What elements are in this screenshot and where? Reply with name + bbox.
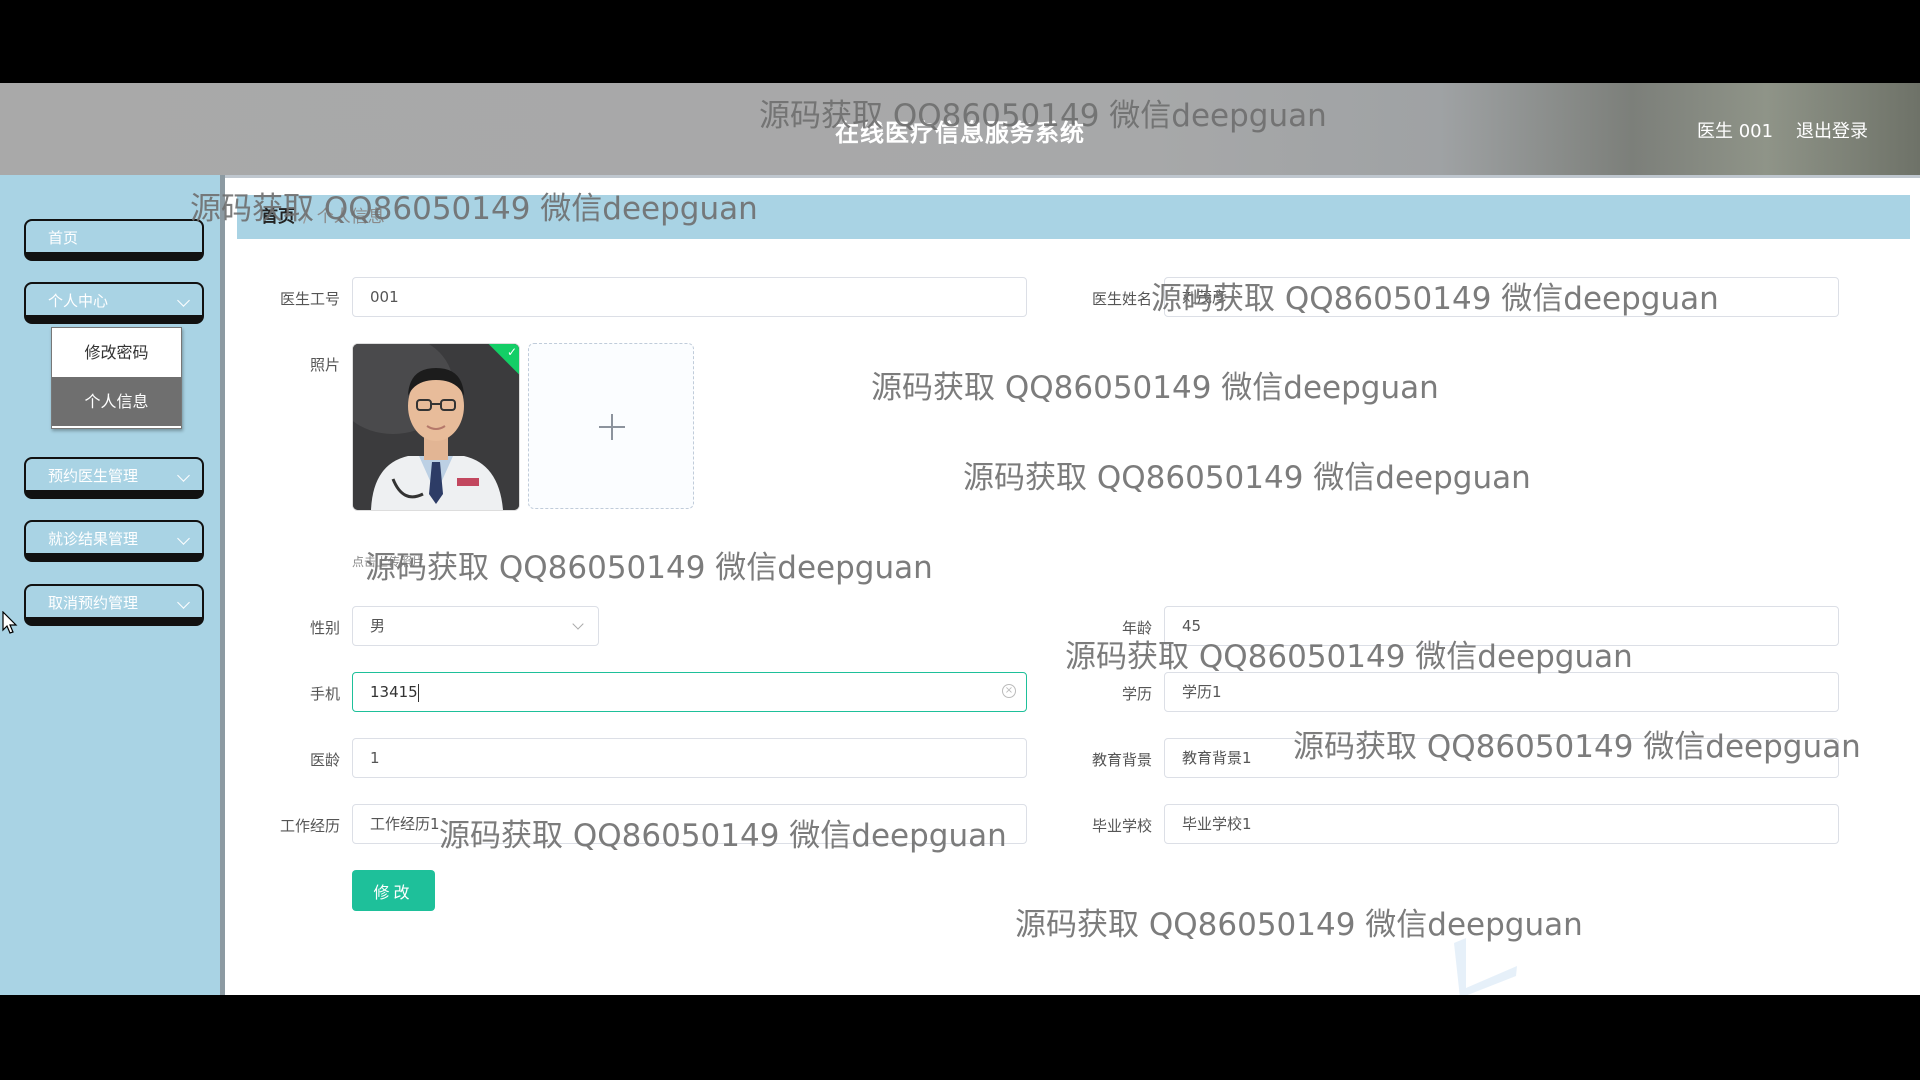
photo-upload-button[interactable] (528, 343, 694, 509)
breadcrumb-separator: / (303, 207, 309, 227)
watermark: 源码获取 QQ86050149 微信deepguan (365, 550, 933, 586)
submit-button[interactable]: 修改 (352, 870, 435, 911)
doctor-name-label: 医生姓名 (1091, 290, 1152, 308)
sidebar-item-label: 取消预约管理 (48, 594, 139, 612)
work-history-label: 工作经历 (279, 817, 340, 835)
submenu-item-change-password[interactable]: 修改密码 (52, 328, 181, 377)
ghost-logo-icon (1454, 938, 1517, 995)
years-input[interactable]: 1 (352, 738, 1027, 778)
age-input[interactable]: 45 (1164, 606, 1839, 646)
sidebar-item-cancel-management[interactable]: 取消预约管理 (24, 584, 204, 626)
app-title: 在线医疗信息服务系统 (835, 119, 1085, 147)
top-header: 在线医疗信息服务系统 医生 001 退出登录 (0, 83, 1920, 178)
current-user: 医生 001 (1697, 121, 1774, 142)
watermark: 源码获取 QQ86050149 微信deepguan (963, 460, 1531, 496)
chevron-down-icon (177, 596, 190, 609)
chevron-down-icon (572, 618, 584, 630)
edu-background-input[interactable]: 教育背景1 (1164, 738, 1839, 778)
sidebar-item-label: 就诊结果管理 (48, 530, 139, 548)
doctor-id-input[interactable]: 001 (352, 277, 1027, 317)
app-window: 在线医疗信息服务系统 医生 001 退出登录 首页 个人中心 修改密码 个人信息… (0, 83, 1920, 995)
school-label: 毕业学校 (1091, 817, 1152, 835)
edu-background-label: 教育背景 (1091, 751, 1152, 769)
logout-link[interactable]: 退出登录 (1796, 117, 1868, 143)
age-label: 年龄 (1121, 619, 1152, 637)
clear-icon[interactable]: × (1002, 684, 1016, 698)
submenu-item-personal-info[interactable]: 个人信息 (52, 377, 181, 426)
phone-label: 手机 (309, 685, 340, 703)
sidebar-item-label: 首页 (48, 229, 79, 247)
breadcrumb: 首页 / 个人信息 (237, 195, 1910, 239)
photo-label: 照片 (309, 356, 340, 374)
education-label: 学历 (1121, 685, 1152, 703)
years-label: 医龄 (309, 751, 340, 769)
doctor-id-label: 医生工号 (279, 290, 340, 308)
breadcrumb-current: 个人信息 (316, 207, 385, 227)
text-caret (417, 683, 419, 702)
school-input[interactable]: 毕业学校1 (1164, 804, 1839, 844)
work-history-input[interactable]: 工作经历1 (352, 804, 1027, 844)
mouse-cursor-icon (2, 611, 18, 634)
breadcrumb-home[interactable]: 首页 (261, 207, 295, 227)
phone-value: 13415 (370, 683, 418, 701)
gender-label: 性别 (309, 619, 340, 637)
doctor-portrait-image (353, 344, 519, 510)
gender-value: 男 (370, 617, 386, 635)
sidebar-item-personal-center[interactable]: 个人中心 (24, 282, 204, 324)
chevron-down-icon (177, 532, 190, 545)
sidebar-item-home[interactable]: 首页 (24, 219, 204, 261)
plus-icon-vertical (611, 414, 613, 440)
doctor-photo[interactable]: ✓ (352, 343, 520, 511)
doctor-name-input[interactable]: 刘茂彦 (1164, 277, 1839, 317)
personal-center-submenu: 修改密码 个人信息 (51, 327, 182, 429)
education-input[interactable]: 学历1 (1164, 672, 1839, 712)
phone-input[interactable]: 13415 × (352, 672, 1027, 712)
sidebar-item-result-management[interactable]: 就诊结果管理 (24, 520, 204, 562)
watermark: 源码获取 QQ86050149 微信deepguan (871, 370, 1439, 406)
upload-tip: 点击上传照片 (352, 555, 425, 569)
check-icon: ✓ (506, 345, 517, 359)
gender-select[interactable]: 男 (352, 606, 599, 646)
sidebar-item-label: 预约医生管理 (48, 467, 139, 485)
sidebar-item-label: 个人中心 (48, 292, 109, 310)
chevron-down-icon (177, 294, 190, 307)
chevron-down-icon (177, 469, 190, 482)
sidebar-item-appointment-management[interactable]: 预约医生管理 (24, 457, 204, 499)
